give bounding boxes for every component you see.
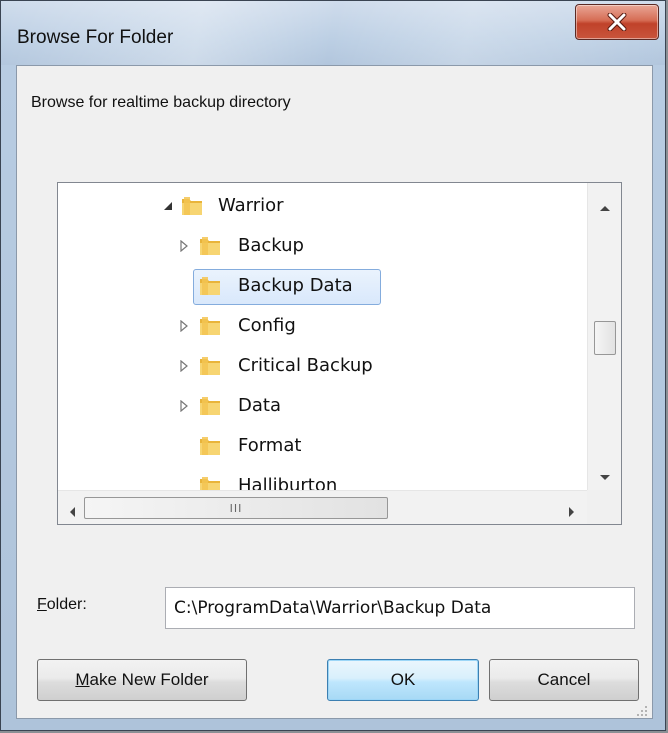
folder-icon — [198, 435, 222, 457]
tree-item-label: Critical Backup — [238, 355, 373, 376]
tree-item-label: Data — [238, 395, 281, 416]
collapsed-triangle-icon[interactable] — [178, 320, 190, 332]
folder-icon — [198, 395, 222, 417]
folder-label-rest: older: — [46, 596, 87, 613]
tree-item-label: Warrior — [218, 195, 284, 216]
tree-item-backup[interactable]: Backup — [58, 229, 587, 263]
tree-item-warrior[interactable]: Warrior — [58, 189, 587, 223]
cancel-button[interactable]: Cancel — [489, 659, 639, 701]
folder-icon — [198, 355, 222, 377]
title-bar[interactable]: Browse For Folder — [1, 1, 665, 65]
make-new-folder-mnemonic: M — [75, 670, 90, 689]
folder-field-label: Folder: — [37, 596, 87, 614]
dialog-client-area: Browse for realtime backup directory War… — [16, 65, 653, 719]
vertical-scrollbar[interactable] — [587, 183, 621, 490]
ok-button-label: OK — [390, 670, 416, 689]
browse-for-folder-dialog: Browse For Folder Browse for realtime ba… — [0, 0, 666, 731]
tree-item-label: Config — [238, 315, 296, 336]
vertical-scroll-thumb[interactable] — [594, 321, 616, 355]
tree-item-label: Backup — [238, 235, 304, 256]
window-title: Browse For Folder — [17, 27, 174, 48]
tree-item-label: Backup Data — [238, 275, 353, 296]
scroll-up-arrow-icon[interactable] — [599, 197, 611, 216]
expanded-triangle-icon[interactable] — [162, 200, 174, 212]
folder-icon — [198, 235, 222, 257]
tree-item-label: Format — [238, 435, 302, 456]
folder-icon — [180, 195, 204, 217]
tree-item-data[interactable]: Data — [58, 389, 587, 423]
close-button[interactable] — [575, 4, 659, 40]
resize-grip-icon[interactable] — [636, 702, 648, 716]
horizontal-scroll-thumb[interactable]: III — [84, 497, 388, 519]
make-new-folder-rest: ake New Folder — [89, 670, 209, 689]
scroll-down-arrow-icon[interactable] — [599, 467, 611, 486]
dialog-description: Browse for realtime backup directory — [31, 94, 291, 111]
collapsed-triangle-icon[interactable] — [178, 360, 190, 372]
scroll-left-arrow-icon[interactable] — [68, 503, 76, 522]
close-icon — [607, 13, 627, 31]
scroll-grip: III — [229, 501, 243, 515]
folder-tree[interactable]: Warrior Backup Backup Data Config Critic… — [57, 182, 622, 525]
horizontal-scrollbar[interactable]: III — [58, 490, 587, 524]
collapsed-triangle-icon[interactable] — [178, 240, 190, 252]
scroll-right-arrow-icon[interactable] — [568, 503, 576, 522]
tree-item-config[interactable]: Config — [58, 309, 587, 343]
scrollbar-corner — [587, 490, 621, 524]
folder-label-mnemonic: F — [37, 596, 47, 613]
folder-path-value: C:\ProgramData\Warrior\Backup Data — [174, 598, 492, 618]
cancel-button-label: Cancel — [537, 670, 591, 689]
ok-button[interactable]: OK — [327, 659, 479, 701]
tree-item-backup-data[interactable]: Backup Data — [58, 269, 587, 305]
tree-item-critical-backup[interactable]: Critical Backup — [58, 349, 587, 383]
collapsed-triangle-icon[interactable] — [178, 400, 190, 412]
folder-icon — [198, 275, 222, 297]
tree-item-format[interactable]: Format — [58, 429, 587, 463]
folder-icon — [198, 315, 222, 337]
folder-path-field[interactable]: C:\ProgramData\Warrior\Backup Data — [165, 587, 635, 629]
make-new-folder-button[interactable]: Make New Folder — [37, 659, 247, 701]
